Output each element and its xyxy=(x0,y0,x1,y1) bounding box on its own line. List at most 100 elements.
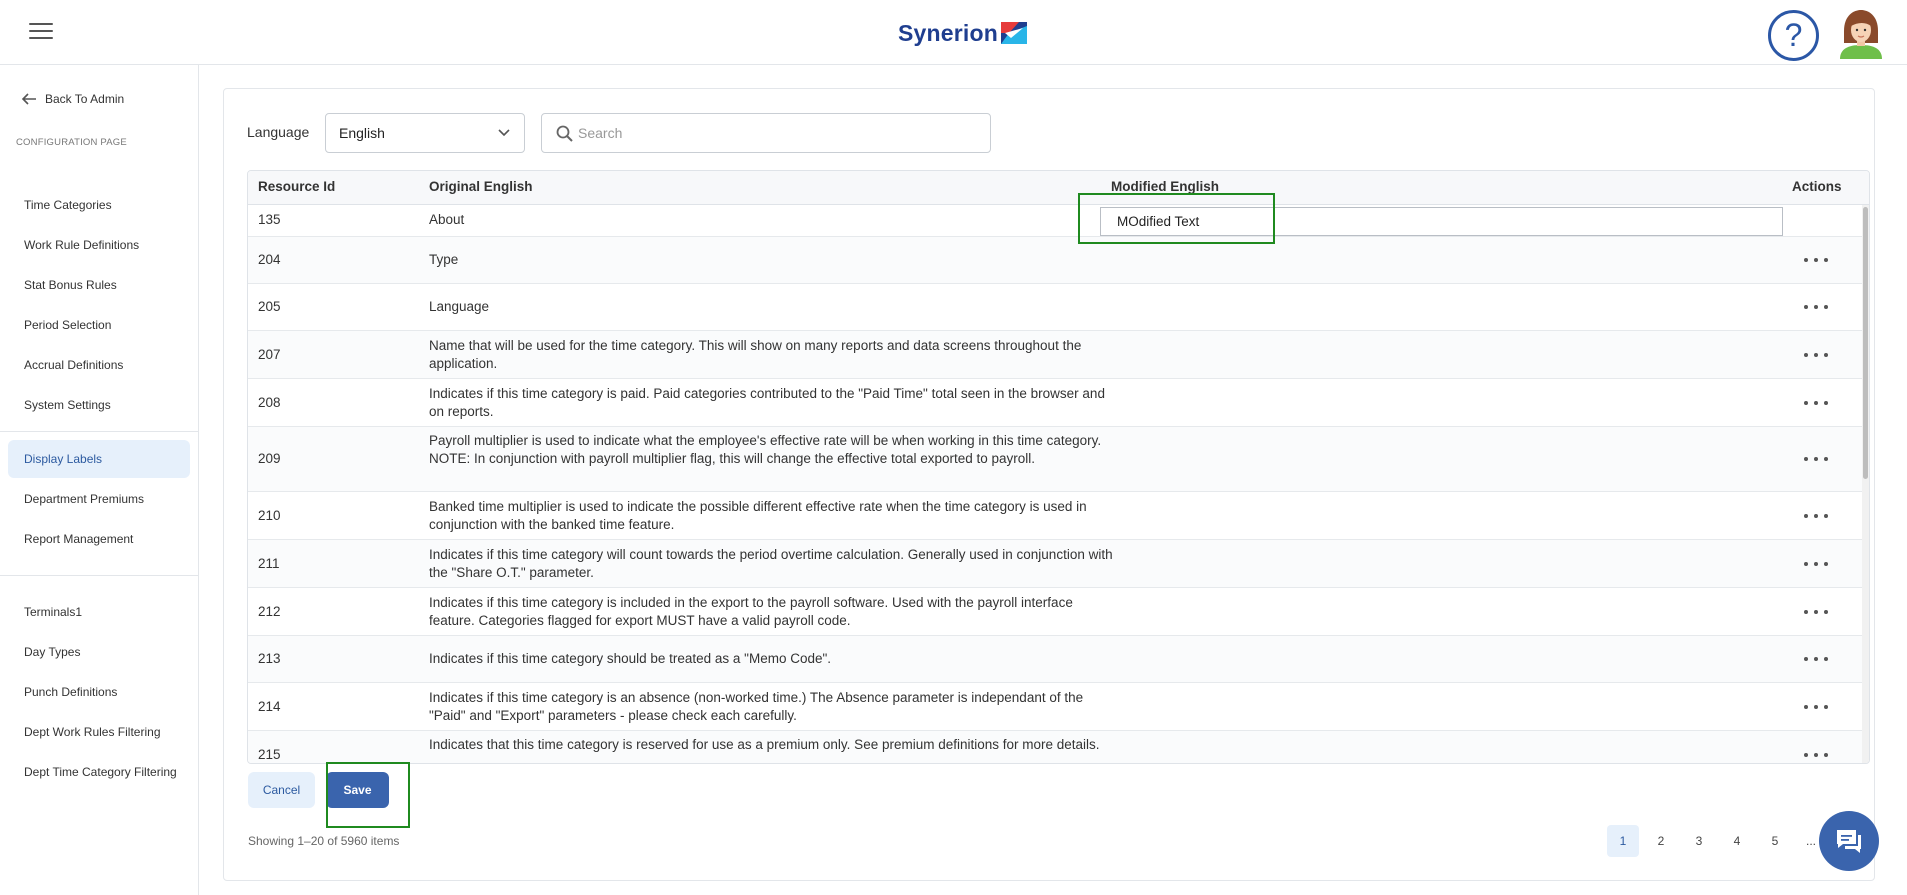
resource-id: 212 xyxy=(258,604,281,619)
search-input[interactable] xyxy=(578,122,978,144)
page-button-3[interactable]: 3 xyxy=(1683,825,1715,857)
sidebar-item-time-categories[interactable]: Time Categories xyxy=(8,186,190,224)
save-button[interactable]: Save xyxy=(326,772,389,808)
resource-id: 210 xyxy=(258,508,281,523)
more-horizontal-icon[interactable] xyxy=(1804,398,1828,408)
resource-id: 204 xyxy=(258,252,281,267)
resource-id: 214 xyxy=(258,699,281,714)
resource-id: 213 xyxy=(258,651,281,666)
sidebar-divider xyxy=(0,431,198,432)
original-english: Indicates if this time category should b… xyxy=(429,651,832,666)
more-horizontal-icon[interactable] xyxy=(1804,559,1828,569)
table-row[interactable]: 211 Indicates if this time category will… xyxy=(248,540,1862,588)
sidebar-item-system-settings[interactable]: System Settings xyxy=(8,386,190,424)
sidebar-item-display-labels[interactable]: Display Labels xyxy=(8,440,190,478)
original-english: Name that will be used for the time cate… xyxy=(429,338,1082,371)
back-to-admin-label: Back To Admin xyxy=(45,92,125,106)
table-row[interactable]: 204 Type xyxy=(248,237,1862,284)
table-row[interactable]: 209 Payroll multiplier is used to indica… xyxy=(248,427,1862,492)
more-horizontal-icon[interactable] xyxy=(1804,702,1828,712)
sidebar-item-work-rule-definitions[interactable]: Work Rule Definitions xyxy=(8,226,190,264)
help-symbol: ? xyxy=(1784,17,1803,53)
sidebar-item-day-types[interactable]: Day Types xyxy=(8,633,190,671)
original-english: Payroll multiplier is used to indicate w… xyxy=(429,433,1102,466)
table-scrollbar-thumb[interactable] xyxy=(1863,207,1868,479)
page-button-5[interactable]: 5 xyxy=(1759,825,1791,857)
original-english: Banked time multiplier is used to indica… xyxy=(429,499,1087,532)
original-english: Indicates if this time category is paid.… xyxy=(429,386,1105,419)
cancel-button[interactable]: Cancel xyxy=(248,772,315,808)
original-english: Indicates if this time category will cou… xyxy=(429,547,1113,580)
resource-id: 207 xyxy=(258,347,281,362)
sidebar-item-accrual-definitions[interactable]: Accrual Definitions xyxy=(8,346,190,384)
brand-name: Synerion xyxy=(898,19,999,46)
arrow-left-icon xyxy=(21,93,36,105)
page-button-2[interactable]: 2 xyxy=(1645,825,1677,857)
sidebar-divider xyxy=(0,575,198,576)
table-row[interactable]: 210 Banked time multiplier is used to in… xyxy=(248,492,1862,540)
resource-id: 209 xyxy=(258,451,281,466)
sidebar-item-stat-bonus-rules[interactable]: Stat Bonus Rules xyxy=(8,266,190,304)
language-select[interactable]: English xyxy=(325,113,525,153)
language-selected-value: English xyxy=(339,125,385,141)
more-horizontal-icon[interactable] xyxy=(1804,750,1828,760)
original-english: Indicates if this time category is inclu… xyxy=(429,595,1073,628)
more-horizontal-icon[interactable] xyxy=(1804,255,1828,265)
help-icon[interactable]: ? xyxy=(1768,10,1819,61)
more-horizontal-icon[interactable] xyxy=(1804,302,1828,312)
column-header-actions: Actions xyxy=(1792,179,1842,194)
avatar[interactable] xyxy=(1838,9,1884,59)
table-row[interactable]: 214 Indicates if this time category is a… xyxy=(248,683,1862,731)
table-row[interactable]: 208 Indicates if this time category is p… xyxy=(248,379,1862,427)
table-row[interactable]: 135 About xyxy=(248,205,1862,237)
original-english: Indicates if this time category is an ab… xyxy=(429,690,1084,723)
table-row[interactable]: 212 Indicates if this time category is i… xyxy=(248,588,1862,636)
table-header: Resource Id Original English Modified En… xyxy=(248,171,1869,205)
resource-id: 135 xyxy=(258,212,281,227)
chevron-down-icon xyxy=(498,129,510,137)
chat-bubble-icon xyxy=(1837,830,1861,853)
sidebar-item-department-premiums[interactable]: Department Premiums xyxy=(8,480,190,518)
more-horizontal-icon[interactable] xyxy=(1804,511,1828,521)
table-row[interactable]: 215 Indicates that this time category is… xyxy=(248,731,1862,763)
table-row[interactable]: 213 Indicates if this time category shou… xyxy=(248,636,1862,683)
brand-logo: Synerion xyxy=(898,18,1028,48)
column-header-resource-id[interactable]: Resource Id xyxy=(258,179,335,194)
more-horizontal-icon[interactable] xyxy=(1804,350,1828,360)
original-english: Indicates that this time category is res… xyxy=(429,737,1100,752)
original-english: About xyxy=(429,212,465,227)
column-header-original-english[interactable]: Original English xyxy=(429,179,533,194)
sidebar: Back To Admin CONFIGURATION PAGE Time Ca… xyxy=(0,65,199,895)
more-horizontal-icon[interactable] xyxy=(1804,454,1828,464)
hamburger-icon[interactable] xyxy=(29,23,53,41)
table-row[interactable]: 207 Name that will be used for the time … xyxy=(248,331,1862,379)
modified-english-input[interactable] xyxy=(1100,207,1783,236)
configuration-section-title: CONFIGURATION PAGE xyxy=(16,137,127,148)
sidebar-item-report-management[interactable]: Report Management xyxy=(8,520,190,558)
resource-id: 215 xyxy=(258,747,281,762)
search-box xyxy=(541,113,991,153)
sidebar-item-dept-time-category-filtering[interactable]: Dept Time Category Filtering xyxy=(8,753,190,791)
sidebar-item-terminals1[interactable]: Terminals1 xyxy=(8,593,190,631)
page-button-1[interactable]: 1 xyxy=(1607,825,1639,857)
more-horizontal-icon[interactable] xyxy=(1804,654,1828,664)
more-horizontal-icon[interactable] xyxy=(1804,607,1828,617)
page-button-4[interactable]: 4 xyxy=(1721,825,1753,857)
column-header-modified-english[interactable]: Modified English xyxy=(1111,179,1219,194)
original-english: Type xyxy=(429,252,459,267)
labels-table: Resource Id Original English Modified En… xyxy=(247,170,1870,764)
app-header: Synerion ? xyxy=(0,0,1907,65)
language-label: Language xyxy=(247,124,310,140)
pagination-summary: Showing 1–20 of 5960 items xyxy=(248,834,400,848)
sidebar-item-punch-definitions[interactable]: Punch Definitions xyxy=(8,673,190,711)
chat-icon[interactable] xyxy=(1819,811,1879,871)
resource-id: 211 xyxy=(258,556,280,571)
table-body: 135 About 204 Type 205 Language 207 Name… xyxy=(248,205,1862,763)
original-english: Language xyxy=(429,299,490,314)
brand-mark-icon xyxy=(1001,22,1028,44)
back-to-admin-link[interactable]: Back To Admin xyxy=(21,92,124,106)
sidebar-item-period-selection[interactable]: Period Selection xyxy=(8,306,190,344)
resource-id: 205 xyxy=(258,299,281,314)
sidebar-item-dept-work-rules-filtering[interactable]: Dept Work Rules Filtering xyxy=(8,713,190,751)
table-row[interactable]: 205 Language xyxy=(248,284,1862,331)
